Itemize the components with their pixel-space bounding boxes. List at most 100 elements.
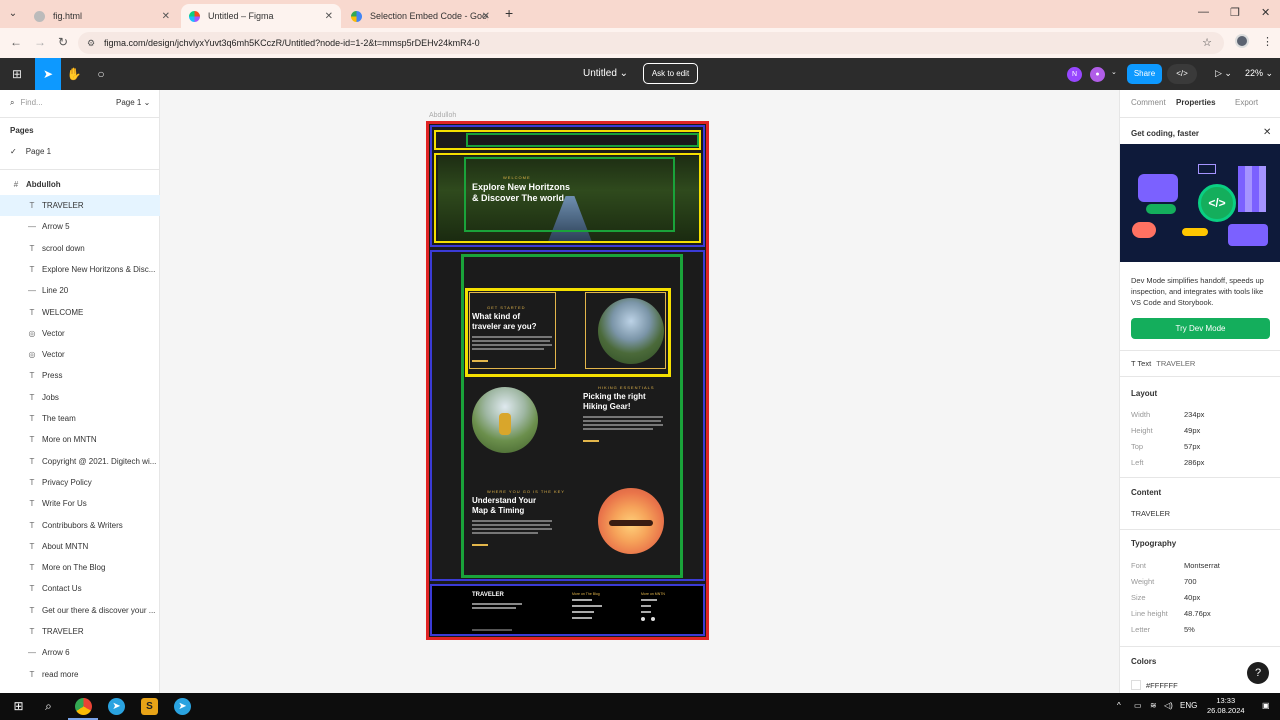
layer-item[interactable]: T Write For Us <box>0 493 160 514</box>
layer-item[interactable]: T Copyright @ 2021. Digitech wi... <box>0 451 160 472</box>
tray-chevron-icon[interactable]: ^ <box>1117 701 1121 710</box>
telegram-icon[interactable]: ➤ <box>108 698 125 715</box>
close-icon[interactable]: ✕ <box>1263 127 1271 138</box>
layer-item[interactable]: ◎ Vector <box>0 344 160 365</box>
tab-export[interactable]: Export <box>1235 98 1258 107</box>
telegram-alt-icon[interactable]: ➤ <box>174 698 191 715</box>
share-button[interactable]: Share <box>1127 64 1162 84</box>
maximize-icon[interactable]: ❐ <box>1230 6 1240 19</box>
layer-item[interactable]: ◎ Vector <box>0 323 160 344</box>
check-icon: ✓ <box>10 147 17 156</box>
dev-mode-toggle[interactable]: </> <box>1167 64 1197 84</box>
property-value[interactable]: 49px <box>1184 426 1200 435</box>
layer-item[interactable]: T TRAVELER <box>0 195 160 216</box>
property-value[interactable]: 48.76px <box>1184 609 1211 618</box>
hand-tool-icon[interactable]: ✋ <box>61 58 87 90</box>
help-button[interactable]: ? <box>1247 662 1269 684</box>
layer-item[interactable]: T Jobs <box>0 387 160 408</box>
layer-item[interactable]: T Contribubors & Writers <box>0 515 160 536</box>
browser-tab-embed-code[interactable]: Selection Embed Code - Googl ✕ <box>343 4 498 28</box>
notifications-icon[interactable]: ▣ <box>1262 701 1270 710</box>
chevron-down-icon[interactable]: ⌄ <box>1111 68 1117 76</box>
close-icon[interactable]: ✕ <box>325 11 333 22</box>
layer-item[interactable]: T Press <box>0 365 160 386</box>
layer-item[interactable]: T TRAVELER <box>0 621 160 642</box>
back-icon[interactable]: ← <box>10 35 22 49</box>
page-item-1[interactable]: ✓ Page 1 <box>10 147 51 156</box>
close-icon[interactable]: ✕ <box>162 11 170 22</box>
layer-item[interactable]: T WELCOME <box>0 302 160 323</box>
design-canvas[interactable]: Abdulloh WELCOME Explore New Horitzons &… <box>160 90 1119 693</box>
layer-frame[interactable]: # Abdulloh <box>0 174 160 195</box>
search-icon[interactable]: ⌕ <box>40 698 57 715</box>
layer-name: The team <box>42 414 76 423</box>
ask-to-edit-button[interactable]: Ask to edit <box>643 63 698 84</box>
more-options-icon[interactable]: ⋮ <box>1262 35 1273 48</box>
new-tab-icon[interactable]: + <box>505 5 513 21</box>
close-icon[interactable]: ✕ <box>482 11 490 22</box>
layer-item[interactable]: T About MNTN <box>0 536 160 557</box>
text-layer-icon: T <box>29 435 35 445</box>
present-icon[interactable]: ▷ ⌄ <box>1215 68 1232 79</box>
page-dropdown[interactable]: Page 1 ⌄ <box>116 98 150 107</box>
property-value[interactable]: Montserrat <box>1184 561 1220 570</box>
paragraph-line <box>583 428 653 430</box>
forward-icon[interactable]: → <box>34 35 46 49</box>
layer-item[interactable]: T Explore New Horitzons & Disc... <box>0 259 160 280</box>
clock[interactable]: 13:33 26.08.2024 <box>1207 696 1245 716</box>
layer-item[interactable]: T Privacy Policy <box>0 472 160 493</box>
layer-item[interactable]: T Contact Us <box>0 578 160 599</box>
windows-start-icon[interactable]: ⊞ <box>10 698 27 715</box>
url-text: figma.com/design/jchvlyxYuvt3q6mh5KCczR/… <box>104 38 480 48</box>
bookmark-star-icon[interactable]: ☆ <box>1202 32 1212 54</box>
layer-item[interactable]: T The team <box>0 408 160 429</box>
layer-item[interactable]: T Get our there & discover your ... <box>0 600 160 621</box>
profile-avatar[interactable] <box>1235 34 1249 48</box>
layer-item[interactable]: T More on The Blog <box>0 557 160 578</box>
layer-item[interactable]: — Line 20 <box>0 280 160 301</box>
footer-col-1-title: More on The Blog <box>572 592 600 596</box>
file-title[interactable]: Untitled ⌄ <box>583 68 628 79</box>
address-bar[interactable]: ⚙ figma.com/design/jchvlyxYuvt3q6mh5KCcz… <box>78 32 1224 54</box>
text-layer-icon: T <box>29 392 35 402</box>
tab-properties[interactable]: Properties <box>1176 98 1216 107</box>
text-layer-icon: T <box>29 477 35 487</box>
minimize-icon[interactable]: — <box>1198 6 1209 18</box>
sublime-text-icon[interactable]: S <box>141 698 158 715</box>
design-frame[interactable]: WELCOME Explore New Horitzons & Discover… <box>426 121 709 640</box>
layer-item[interactable]: Tread more <box>0 664 160 685</box>
property-value[interactable]: 286px <box>1184 458 1204 467</box>
wifi-icon[interactable]: ≋ <box>1150 701 1157 710</box>
property-label: Letter <box>1131 625 1151 634</box>
profile-icon[interactable]: ● <box>1090 67 1105 82</box>
layer-item[interactable]: — Arrow 5 <box>0 216 160 237</box>
zoom-level[interactable]: 22% ⌄ <box>1245 68 1273 79</box>
browser-tab-fig-html[interactable]: fig.html ✕ <box>26 4 178 28</box>
layer-item[interactable]: Tscrool down <box>0 238 160 259</box>
chrome-icon[interactable] <box>75 698 92 715</box>
tab-search-icon[interactable]: ⌄ <box>4 5 22 23</box>
find-layers[interactable]: ⌕ Find... <box>10 98 43 108</box>
move-tool-icon[interactable]: ➤ <box>35 58 61 90</box>
user-avatar[interactable]: N <box>1067 67 1082 82</box>
property-value[interactable]: 40px <box>1184 593 1200 602</box>
try-dev-mode-button[interactable]: Try Dev Mode <box>1131 318 1270 339</box>
footer-link <box>572 605 602 607</box>
volume-icon[interactable]: ◁) <box>1164 701 1173 710</box>
layer-item[interactable]: T More on MNTN <box>0 429 160 450</box>
comment-tool-icon[interactable]: ○ <box>88 58 114 90</box>
property-value[interactable]: 57px <box>1184 442 1200 451</box>
close-window-icon[interactable]: ✕ <box>1261 6 1270 19</box>
property-value[interactable]: 234px <box>1184 410 1204 419</box>
site-info-icon[interactable]: ⚙ <box>87 32 95 54</box>
property-value[interactable]: 700 <box>1184 577 1197 586</box>
browser-tab-figma[interactable]: Untitled – Figma ✕ <box>181 4 341 28</box>
language-indicator[interactable]: ENG <box>1180 701 1197 710</box>
main-menu-icon[interactable]: ⊞ <box>4 58 30 90</box>
layer-item[interactable]: — Arrow 6 <box>0 642 160 663</box>
footer-link <box>641 599 657 601</box>
tray-app-icon[interactable]: ▭ <box>1134 701 1142 710</box>
property-value[interactable]: 5% <box>1184 625 1195 634</box>
reload-icon[interactable]: ↻ <box>58 35 68 49</box>
tab-comment[interactable]: Comment <box>1131 98 1166 107</box>
